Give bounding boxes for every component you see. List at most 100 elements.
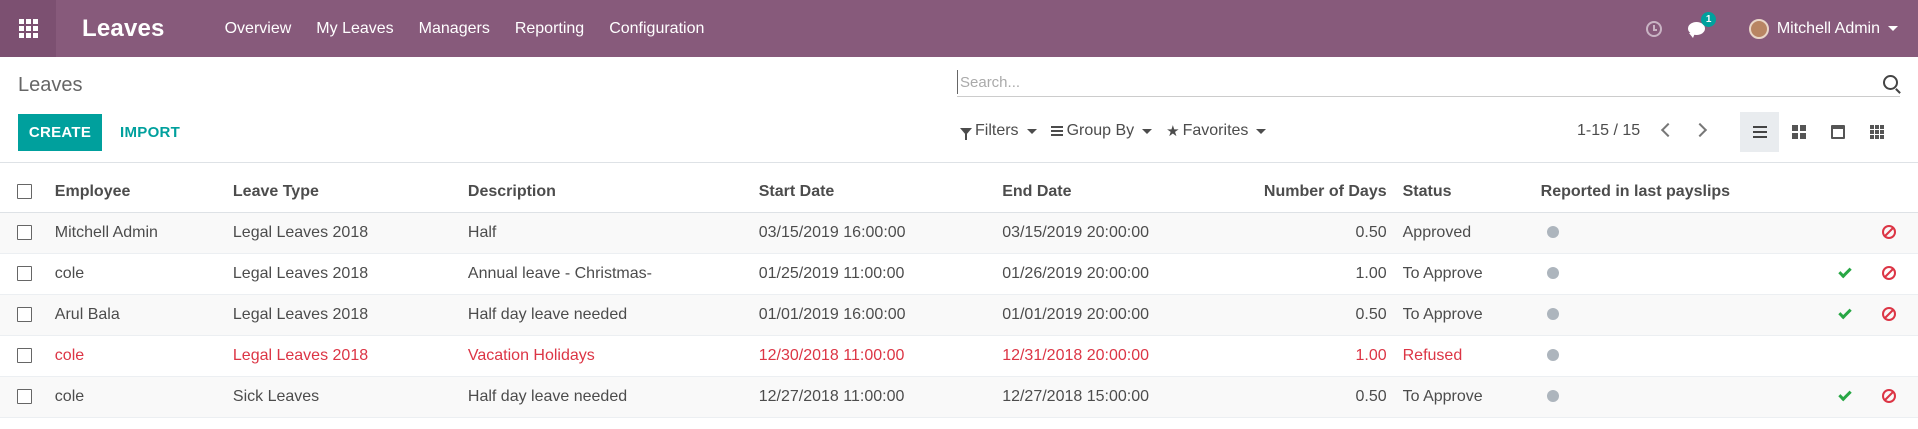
row-checkbox[interactable] [17, 388, 32, 404]
column-header-start-date[interactable]: Start Date [758, 172, 1003, 213]
navbar-systray: 1 Mitchell Admin [1645, 0, 1918, 57]
menu-item-reporting[interactable]: Reporting [515, 20, 584, 38]
cell-reported [1540, 212, 1826, 254]
filters-label: Filters [975, 122, 1019, 139]
grid-icon [1869, 125, 1884, 139]
cell-number-of-days: 0.50 [1244, 294, 1403, 336]
refuse-ban-icon[interactable] [1881, 266, 1896, 281]
calendar-view-button[interactable] [1818, 112, 1857, 152]
search-icon[interactable] [1883, 75, 1898, 90]
cell-description: Half day leave needed [467, 294, 759, 336]
cell-status: To Approve [1402, 294, 1541, 336]
row-select-cell [0, 294, 55, 336]
column-header-leave-type[interactable]: Leave Type [232, 172, 468, 213]
approve-check-icon[interactable] [1838, 265, 1852, 279]
divider [0, 162, 1918, 163]
approve-check-icon[interactable] [1838, 388, 1852, 402]
table-row[interactable]: Mitchell Admin Legal Leaves 2018 Half 03… [0, 212, 1918, 254]
user-menu-caret-icon[interactable] [1888, 26, 1898, 31]
cell-status: To Approve [1402, 253, 1541, 295]
favorites-dropdown[interactable]: ★ Favorites [1166, 122, 1267, 140]
column-header-number-of-days[interactable]: Number of Days [1244, 172, 1403, 213]
cell-approve [1825, 294, 1866, 336]
chat-count-badge: 1 [1700, 12, 1717, 27]
chevron-down-icon [1142, 128, 1153, 134]
cell-status: To Approve [1402, 376, 1541, 418]
table-row[interactable]: Arul Bala Legal Leaves 2018 Half day lea… [0, 294, 1918, 336]
calendar-icon [1830, 125, 1845, 139]
pager-value[interactable]: 1-15 / 15 [1577, 122, 1640, 140]
import-button[interactable]: IMPORT [116, 114, 184, 151]
grid-view-button[interactable] [1857, 112, 1896, 152]
cell-end-date: 12/31/2018 20:00:00 [1002, 335, 1245, 377]
menu-item-managers[interactable]: Managers [419, 20, 490, 38]
cell-approve [1825, 376, 1866, 418]
cell-description: Vacation Holidays [467, 335, 759, 377]
row-checkbox[interactable] [17, 306, 32, 322]
status-dot-icon [1546, 267, 1559, 280]
cell-start-date: 01/25/2019 11:00:00 [758, 253, 1003, 295]
view-switcher [1740, 112, 1896, 152]
groupby-dropdown[interactable]: Group By [1050, 122, 1153, 140]
cell-description: Annual leave - Christmas- [467, 253, 759, 295]
select-all-cell [0, 172, 55, 213]
search-input[interactable] [957, 70, 1857, 94]
column-header-refuse [1865, 172, 1918, 213]
cell-refuse [1865, 376, 1918, 418]
row-checkbox[interactable] [17, 347, 32, 363]
kanban-view-button[interactable] [1779, 112, 1818, 152]
column-header-reported[interactable]: Reported in last payslips [1540, 172, 1826, 213]
pager-previous-icon[interactable] [1660, 122, 1676, 138]
cell-refuse [1865, 212, 1918, 254]
column-header-approve [1825, 172, 1866, 213]
user-avatar[interactable] [1748, 18, 1769, 39]
cell-number-of-days: 1.00 [1244, 335, 1403, 377]
menu-item-overview[interactable]: Overview [225, 20, 292, 38]
cell-reported [1540, 376, 1826, 418]
refuse-ban-icon[interactable] [1881, 307, 1896, 322]
groupby-label: Group By [1066, 122, 1135, 139]
user-menu-name[interactable]: Mitchell Admin [1777, 20, 1880, 38]
list-icon [1752, 126, 1767, 138]
column-header-employee[interactable]: Employee [54, 172, 233, 213]
menu-item-configuration[interactable]: Configuration [609, 20, 704, 38]
list-view-button[interactable] [1740, 112, 1779, 152]
cell-approve [1825, 253, 1866, 295]
main-menu: Overview My Leaves Managers Reporting Co… [225, 20, 730, 38]
cell-leave-type: Sick Leaves [232, 376, 468, 418]
table-row[interactable]: cole Legal Leaves 2018 Vacation Holidays… [0, 335, 1918, 377]
menu-item-my-leaves[interactable]: My Leaves [316, 20, 393, 38]
column-header-status[interactable]: Status [1402, 172, 1541, 213]
pager-next-icon[interactable] [1692, 122, 1708, 138]
messaging-menu[interactable]: 1 [1687, 12, 1717, 38]
app-title[interactable]: Leaves [82, 15, 165, 43]
approve-check-icon[interactable] [1838, 306, 1852, 320]
table-row[interactable]: cole Sick Leaves Half day leave needed 1… [0, 376, 1918, 418]
cell-status: Approved [1402, 212, 1541, 254]
row-checkbox[interactable] [17, 224, 32, 240]
cell-description: Half day leave needed [467, 376, 759, 418]
column-header-end-date[interactable]: End Date [1002, 172, 1245, 213]
refuse-ban-icon[interactable] [1881, 389, 1896, 404]
cell-number-of-days: 1.00 [1244, 253, 1403, 295]
cell-leave-type: Legal Leaves 2018 [232, 294, 468, 336]
column-header-description[interactable]: Description [467, 172, 759, 213]
select-all-checkbox[interactable] [17, 184, 32, 200]
cell-leave-type: Legal Leaves 2018 [232, 253, 468, 295]
row-checkbox[interactable] [17, 265, 32, 281]
chevron-down-icon [1256, 128, 1267, 134]
filters-dropdown[interactable]: Filters [960, 122, 1037, 140]
refuse-ban-icon[interactable] [1881, 225, 1896, 240]
cell-employee: Mitchell Admin [54, 212, 233, 254]
cell-start-date: 12/27/2018 11:00:00 [758, 376, 1003, 418]
cell-approve [1825, 212, 1866, 254]
table-row[interactable]: cole Legal Leaves 2018 Annual leave - Ch… [0, 253, 1918, 295]
status-dot-icon [1546, 349, 1559, 362]
apps-menu-button[interactable] [0, 0, 56, 57]
activity-clock-icon[interactable] [1645, 20, 1662, 37]
row-select-cell [0, 376, 55, 418]
row-select-cell [0, 212, 55, 254]
create-button[interactable]: CREATE [18, 114, 102, 151]
favorites-label: Favorites [1182, 122, 1249, 139]
status-dot-icon [1546, 226, 1559, 239]
